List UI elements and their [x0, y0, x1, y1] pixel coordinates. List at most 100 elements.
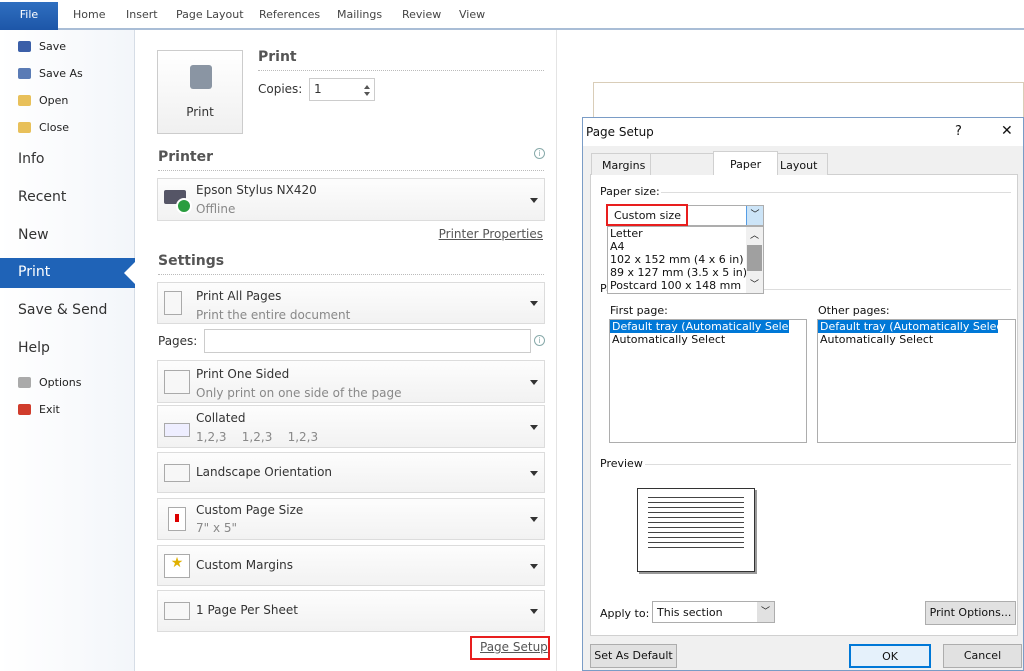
tab-references[interactable]: References — [259, 8, 320, 21]
list-item[interactable]: Default tray (Automatically Select) — [610, 320, 803, 333]
orientation-dropdown[interactable]: Landscape Orientation — [157, 452, 545, 493]
list-item[interactable]: Automatically Select — [818, 333, 1015, 346]
sidebar-item-new[interactable]: New — [18, 227, 49, 243]
chevron-down-icon — [530, 301, 538, 310]
decrement-icon[interactable] — [364, 92, 370, 99]
setting-title: Print One Sided — [196, 367, 290, 381]
tab-home[interactable]: Home — [73, 8, 105, 21]
margins-dropdown[interactable]: ★ Custom Margins — [157, 545, 545, 586]
set-as-default-button[interactable]: Set As Default — [590, 644, 677, 668]
cancel-button[interactable]: Cancel — [943, 644, 1022, 668]
chevron-down-icon — [530, 609, 538, 618]
folder-close-icon — [18, 122, 31, 133]
print-button[interactable]: Print — [157, 50, 243, 134]
print-button-label: Print — [186, 105, 214, 119]
page-setup-dialog: Page Setup ? ✕ Margins Paper Paper Layou… — [582, 117, 1024, 671]
sidebar-item-help[interactable]: Help — [18, 340, 50, 356]
chevron-down-icon — [530, 470, 538, 480]
divider — [258, 70, 544, 71]
first-page-list[interactable]: Default tray (Automatically Select) Auto… — [609, 319, 807, 443]
highlight-box — [606, 204, 688, 226]
tab-page-layout[interactable]: Page Layout — [176, 8, 244, 21]
printer-properties-link[interactable]: Printer Properties — [439, 227, 543, 241]
scroll-down-icon[interactable]: ﹀ — [750, 277, 759, 290]
page-size-dropdown[interactable]: Custom Page Size 7" x 5" — [157, 498, 545, 540]
increment-icon[interactable] — [364, 82, 370, 89]
tab-review[interactable]: Review — [402, 8, 441, 21]
printer-name: Epson Stylus NX420 — [196, 183, 317, 197]
scroll-thumb[interactable] — [747, 245, 762, 271]
sidebar-item-exit[interactable]: Exit — [18, 403, 60, 416]
tab-file[interactable]: File — [0, 2, 58, 30]
setting-subtitle: 7" x 5" — [196, 521, 238, 535]
ok-button[interactable]: OK — [849, 644, 931, 668]
list-item[interactable]: Default tray (Automatically Select) — [818, 320, 1011, 333]
scrollbar[interactable] — [998, 320, 1015, 442]
sidebar-item-open[interactable]: Open — [18, 94, 68, 107]
sidebar-item-save[interactable]: Save — [18, 40, 66, 53]
scrollbar[interactable]: ︿ ﹀ — [746, 227, 763, 293]
close-button[interactable]: ✕ — [1001, 123, 1013, 139]
save-as-icon — [18, 68, 31, 79]
collation-dropdown[interactable]: Collated 1,2,3 1,2,3 1,2,3 — [157, 405, 545, 448]
list-item[interactable]: 89 x 127 mm (3.5 x 5 in) — [608, 266, 763, 279]
printer-dropdown[interactable]: Epson Stylus NX420 Offline — [157, 178, 545, 221]
list-item[interactable]: 102 x 152 mm (4 x 6 in) — [608, 253, 763, 266]
info-icon[interactable]: i — [534, 335, 545, 346]
list-item[interactable]: Postcard 100 x 148 mm — [608, 279, 763, 292]
tab-paper-bg — [650, 153, 714, 175]
tab-view[interactable]: View — [459, 8, 485, 21]
divider — [158, 274, 544, 275]
scrollbar[interactable] — [789, 320, 806, 442]
sidebar-item-save-as[interactable]: Save As — [18, 67, 83, 80]
sidebar-item-recent[interactable]: Recent — [18, 189, 66, 205]
divider — [158, 170, 544, 171]
label: Save As — [39, 67, 83, 80]
tab-margins-label: Margins — [602, 159, 646, 172]
sidebar-item-info[interactable]: Info — [18, 151, 45, 167]
collated-icon — [164, 422, 190, 437]
chevron-down-icon[interactable]: ﹀ — [746, 206, 763, 225]
sides-dropdown[interactable]: Print One Sided Only print on one side of… — [157, 360, 545, 403]
apply-to-value: This section — [657, 606, 723, 619]
label: Close — [39, 121, 69, 134]
apply-to-select[interactable]: This section ﹀ — [652, 601, 775, 623]
paper-size-list[interactable]: Letter A4 102 x 152 mm (4 x 6 in) 89 x 1… — [607, 226, 764, 294]
print-options-button[interactable]: Print Options... — [925, 601, 1016, 625]
setting-title: Landscape Orientation — [196, 465, 333, 479]
pages-per-sheet-dropdown[interactable]: 1 Page Per Sheet — [157, 590, 545, 632]
first-page-label: First page: — [610, 304, 668, 317]
chevron-down-icon — [530, 424, 538, 434]
backstage-sidebar: Save Save As Open Close Info Recent New … — [0, 30, 135, 671]
tab-layout-label: Layout — [780, 159, 818, 172]
setting-subtitle: Print the entire document — [196, 308, 351, 322]
sidebar-item-options[interactable]: Options — [18, 376, 81, 389]
sidebar-item-print[interactable]: Print — [0, 258, 136, 288]
other-pages-list[interactable]: Default tray (Automatically Select) Auto… — [817, 319, 1016, 443]
list-item[interactable]: Automatically Select — [610, 333, 806, 346]
list-item[interactable]: A4 — [608, 240, 763, 253]
page-setup-link[interactable]: Page Setup — [480, 640, 548, 654]
tab-mailings[interactable]: Mailings — [337, 8, 382, 21]
sidebar-item-save-send[interactable]: Save & Send — [18, 302, 107, 318]
landscape-icon — [164, 463, 190, 482]
setting-subtitle: 1,2,3 1,2,3 1,2,3 — [196, 430, 319, 444]
copies-value: 1 — [314, 82, 322, 96]
tab-insert[interactable]: Insert — [126, 8, 158, 21]
scroll-up-icon[interactable]: ︿ — [750, 228, 759, 241]
help-button[interactable]: ? — [955, 124, 962, 139]
tab-margins-front[interactable]: Margins — [591, 153, 651, 175]
label: Exit — [39, 403, 60, 416]
copies-stepper[interactable]: 1 — [309, 78, 375, 101]
sidebar-item-close[interactable]: Close — [18, 121, 69, 134]
print-preview-page — [593, 82, 1024, 122]
setting-title: Print All Pages — [196, 289, 282, 303]
printer-status: Offline — [196, 202, 236, 216]
tab-paper-active[interactable]: Paper — [713, 151, 779, 175]
info-icon[interactable]: i — [534, 148, 545, 159]
pages-input[interactable] — [204, 329, 531, 353]
other-pages-label: Other pages: — [818, 304, 890, 317]
print-range-dropdown[interactable]: Print All Pages Print the entire document — [157, 282, 545, 324]
printer-heading: Printer — [158, 149, 214, 165]
list-item[interactable]: Letter — [608, 227, 763, 240]
